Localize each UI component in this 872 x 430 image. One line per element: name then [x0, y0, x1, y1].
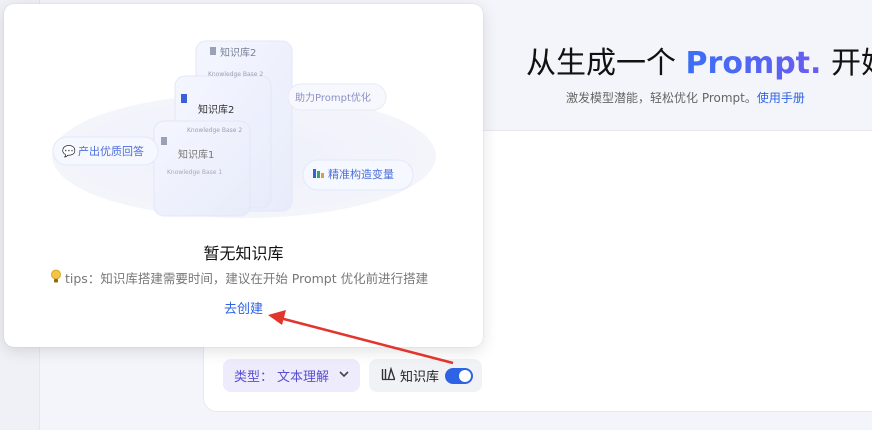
page-subtitle: 激发模型潜能，轻松优化 Prompt。使用手册 — [566, 89, 805, 106]
page-title: 从生成一个 Prompt. 开始 — [526, 38, 872, 82]
card-subtitle-middle: Knowledge Base 2 — [187, 127, 242, 134]
title-prefix: 从生成一个 — [526, 46, 686, 81]
tag-quality-answer: 产出优质回答 — [78, 144, 144, 158]
type-value: 文本理解 — [277, 370, 330, 385]
chevron-down-icon — [339, 370, 349, 381]
empty-knowledge-base-illustration: 知识库2 Knowledge Base 2 知识库2 Knowledge Bas… — [52, 40, 436, 218]
tips-line: tips：知识库搭建需要时间，建议在开始 Prompt 优化前进行搭建 — [50, 268, 428, 287]
svg-text:💬: 💬 — [62, 145, 76, 158]
empty-title: 暂无知识库 — [203, 244, 284, 263]
library-icon — [381, 366, 396, 385]
card-subtitle-front: Knowledge Base 1 — [167, 169, 222, 176]
manual-link[interactable]: 使用手册 — [757, 91, 805, 105]
knowledge-base-popover: 知识库2 Knowledge Base 2 知识库2 Knowledge Bas… — [4, 4, 483, 347]
knowledge-base-switch[interactable] — [445, 367, 474, 384]
title-suffix: 开始 — [830, 46, 872, 81]
subtitle-text: 激发模型潜能，轻松优化 Prompt。 — [566, 91, 757, 105]
type-label: 类型： — [234, 370, 274, 385]
tag-precise-variable: 精准构造变量 — [328, 167, 394, 181]
tips-text: tips：知识库搭建需要时间，建议在开始 Prompt 优化前进行搭建 — [65, 271, 429, 286]
card-title-front: 知识库1 — [178, 148, 214, 161]
knowledge-base-label: 知识库 — [400, 370, 440, 385]
tag-boost-prompt: 助力Prompt优化 — [295, 91, 371, 104]
knowledge-base-toggle-chip[interactable]: 知识库 — [369, 359, 482, 392]
type-selector[interactable]: 类型： 文本理解 — [223, 359, 360, 392]
lightbulb-icon — [50, 269, 62, 287]
card-title-back: 知识库2 — [220, 46, 256, 59]
title-brand: Prompt. — [685, 46, 822, 81]
create-knowledge-base-link[interactable]: 去创建 — [4, 298, 483, 317]
card-subtitle-back: Knowledge Base 2 — [208, 71, 263, 78]
card-title-middle: 知识库2 — [198, 103, 234, 116]
